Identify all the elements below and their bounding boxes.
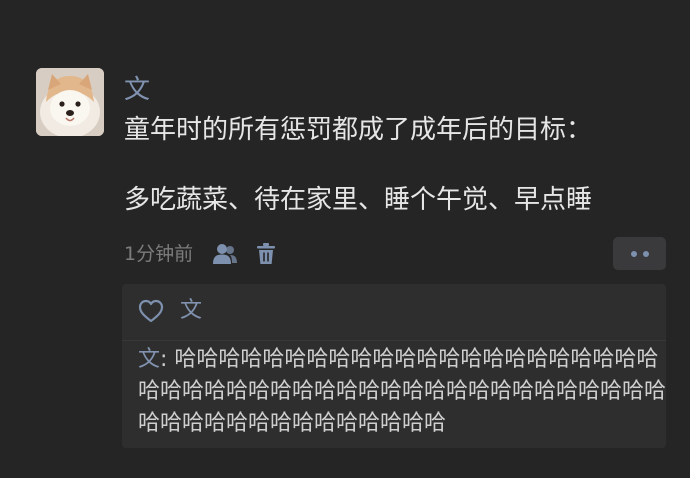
post-text: 童年时的所有惩罚都成了成年后的目标： 多吃蔬菜、待在家里、睡个午觉、早点睡 <box>124 115 593 215</box>
trash-icon[interactable] <box>257 243 276 265</box>
likes-row: 文 <box>138 298 202 324</box>
more-button[interactable] <box>613 237 666 270</box>
interaction-panel: 文 文: 哈哈哈哈哈哈哈哈哈哈哈哈哈哈哈哈哈哈哈哈哈哈哈哈哈哈哈哈哈哈哈哈哈哈哈… <box>122 284 666 448</box>
comment-text: 哈哈哈哈哈哈哈哈哈哈哈哈哈哈哈哈哈哈哈哈哈哈哈哈哈哈哈哈哈哈哈哈哈哈哈哈哈哈哈哈… <box>138 347 667 436</box>
comment-item[interactable]: 文: 哈哈哈哈哈哈哈哈哈哈哈哈哈哈哈哈哈哈哈哈哈哈哈哈哈哈哈哈哈哈哈哈哈哈哈哈哈… <box>138 344 666 440</box>
more-dots-icon <box>630 250 637 257</box>
comment-author[interactable]: 文 <box>138 347 160 372</box>
post-time: 1分钟前 <box>124 243 194 265</box>
shiba-dog-avatar-icon <box>36 68 104 136</box>
heart-outline-icon <box>138 299 164 323</box>
people-icon[interactable] <box>213 243 238 265</box>
liker-name[interactable]: 文 <box>180 298 202 324</box>
avatar[interactable] <box>36 68 104 136</box>
more-dots-icon <box>642 250 649 257</box>
post-meta: 1分钟前 <box>124 240 276 268</box>
post-author-name[interactable]: 文 <box>124 74 150 106</box>
comment-separator: : <box>160 347 175 372</box>
divider <box>122 340 666 341</box>
